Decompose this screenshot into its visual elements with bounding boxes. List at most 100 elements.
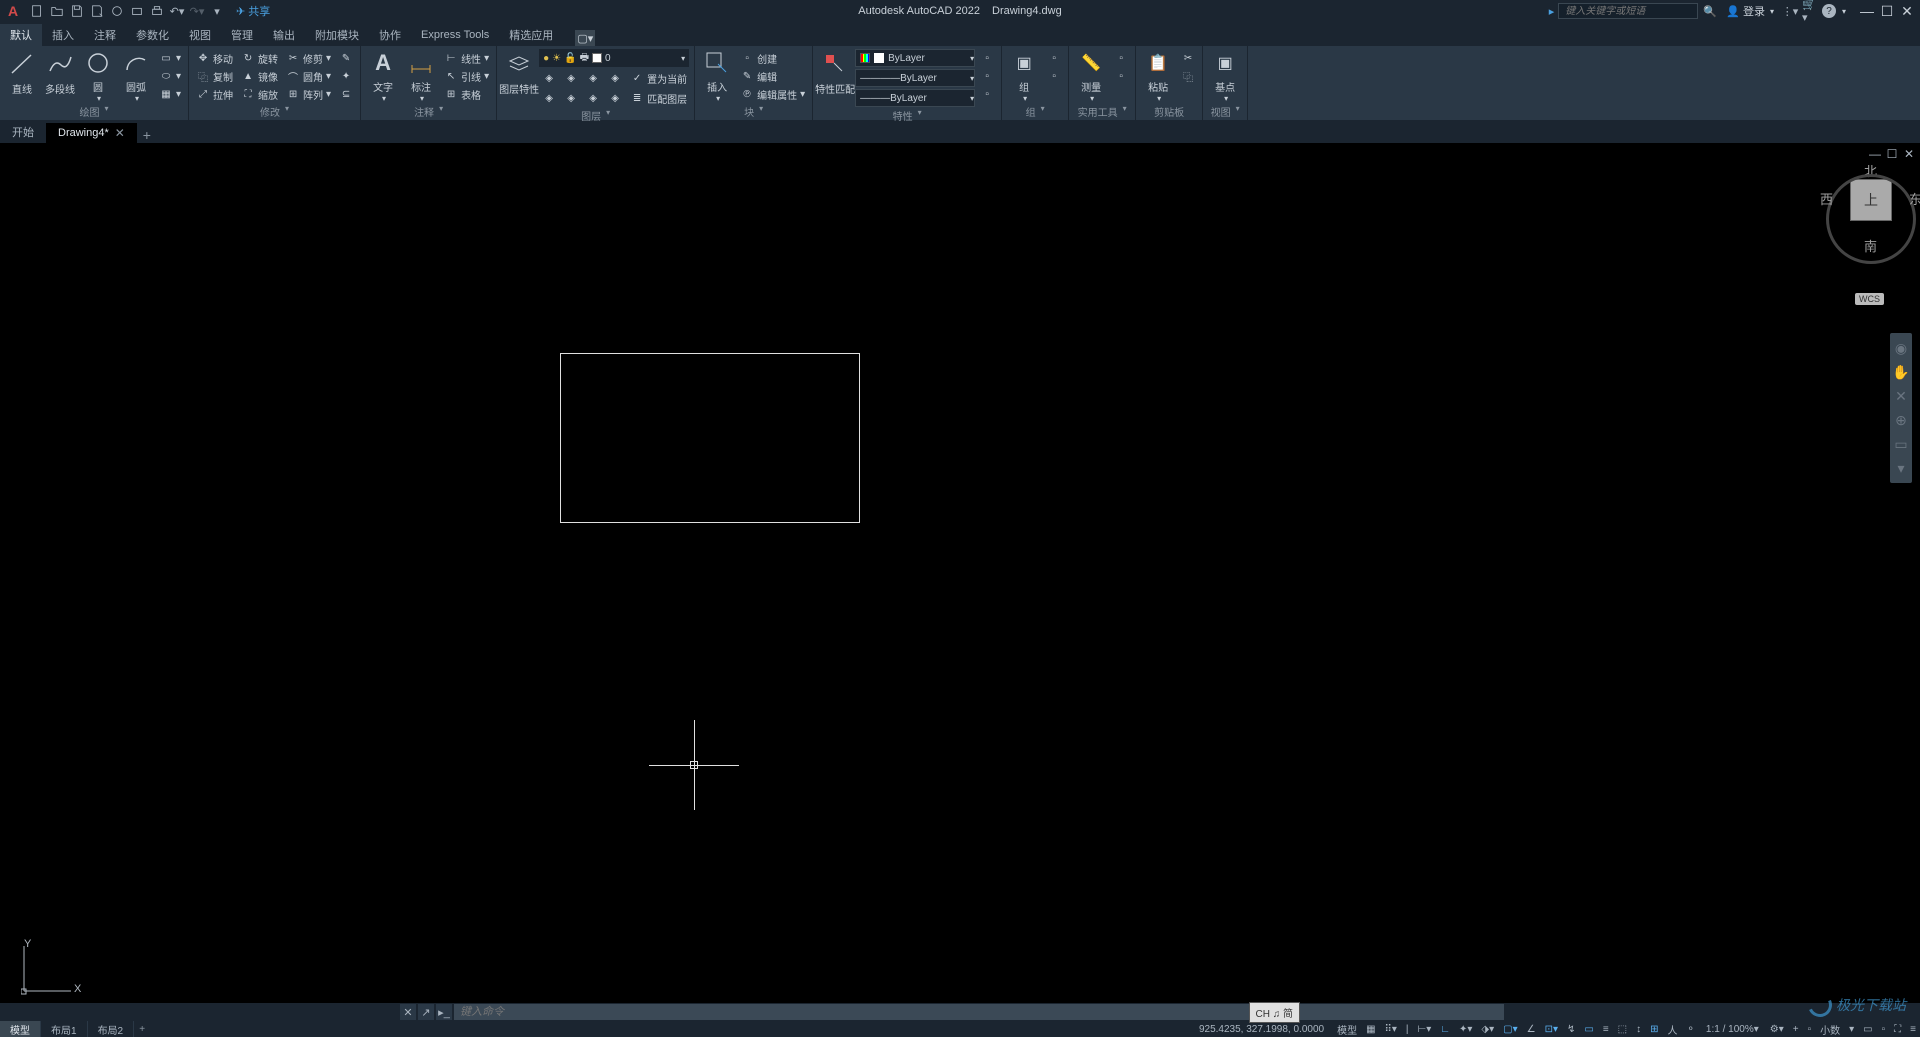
cmd-prompt-icon[interactable]: ▸_ [436, 1004, 452, 1020]
layout-tab-layout2[interactable]: 布局2 [88, 1021, 135, 1037]
group-tool-2[interactable]: ▫ [1044, 67, 1064, 85]
exchange-icon[interactable]: ⋮▾ [1782, 3, 1798, 19]
status-snap-icon[interactable]: ⠿▾ [1380, 1021, 1401, 1037]
status-annoscale-icon[interactable]: ⚬ [1682, 1021, 1699, 1037]
close-tab-icon[interactable]: ✕ [115, 126, 125, 140]
copy-clip-button[interactable]: ⿻ [1178, 67, 1198, 85]
status-custom-icon[interactable]: ≡ [1905, 1021, 1920, 1037]
util-tool-2[interactable]: ▫ [1111, 67, 1131, 85]
layer-tool-2[interactable]: ◈ [561, 69, 581, 87]
status-3dosnap-icon[interactable]: ∠ [1522, 1021, 1540, 1037]
array-button[interactable]: ⊞阵列▾ [283, 85, 334, 103]
help-icon[interactable]: ? [1822, 4, 1836, 18]
add-tab-button[interactable]: + [137, 127, 157, 143]
layer-tool-4[interactable]: ◈ [605, 69, 625, 87]
rectangle-button[interactable]: ▭▾ [156, 49, 184, 67]
leader-button[interactable]: ↖引线▾ [441, 67, 492, 85]
explode-button[interactable]: ✦ [336, 67, 356, 85]
print-icon[interactable] [148, 2, 166, 20]
offset-button[interactable]: ⊆ [336, 85, 356, 103]
layout-tab-layout1[interactable]: 布局1 [41, 1021, 88, 1037]
layer-tool-6[interactable]: ◈ [561, 89, 581, 107]
fillet-button[interactable]: ⌒圆角▾ [283, 67, 334, 85]
tab-parametric[interactable]: 参数化 [126, 24, 179, 46]
status-iso-icon[interactable]: ⬗▾ [1476, 1021, 1498, 1037]
color-combo[interactable]: ByLayer▾ [855, 49, 975, 67]
status-iso2-icon[interactable]: ▫ [1877, 1021, 1890, 1037]
status-decimal[interactable]: 小数 [1815, 1021, 1844, 1037]
status-units-icon[interactable]: ▫ [1803, 1021, 1816, 1037]
save-icon[interactable] [68, 2, 86, 20]
login-button[interactable]: 👤 登录 ▾ [1722, 3, 1778, 19]
status-lwt-icon[interactable]: ≡ [1598, 1021, 1613, 1037]
search-input[interactable] [1558, 3, 1698, 19]
layer-tool-7[interactable]: ◈ [583, 89, 603, 107]
tab-default[interactable]: 默认 [0, 24, 42, 46]
app-store-icon[interactable]: 🛒▾ [1802, 3, 1818, 19]
status-ducs-icon[interactable]: ↯ [1562, 1021, 1579, 1037]
cmd-close-icon[interactable]: ✕ [400, 1004, 416, 1020]
status-otrack-icon[interactable]: ⊡▾ [1540, 1021, 1562, 1037]
hatch-button[interactable]: ▦▾ [156, 85, 184, 103]
status-scale[interactable]: 1:1 / 100%▾ [1699, 1021, 1765, 1037]
tab-annotate[interactable]: 注释 [84, 24, 126, 46]
tab-express[interactable]: Express Tools [411, 24, 499, 46]
layout-tab-model[interactable]: 模型 [0, 1021, 41, 1037]
match-properties-button[interactable]: 特性匹配 [817, 49, 853, 103]
polyline-button[interactable]: 多段线 [42, 49, 78, 103]
nav-wheel-icon[interactable]: ◉ [1890, 336, 1912, 360]
viewcube-face[interactable]: 上 [1850, 179, 1892, 221]
status-grid-icon[interactable]: ▦ [1361, 1021, 1379, 1037]
nav-dropdown-icon[interactable]: ▾ [1890, 456, 1912, 480]
dimension-button[interactable]: 标注▾ [403, 49, 439, 103]
create-block-button[interactable]: ▫创建 [737, 49, 808, 67]
maximize-button[interactable]: ☐ [1880, 4, 1894, 18]
search-icon[interactable]: 🔍 [1702, 3, 1718, 19]
erase-button[interactable]: ✎ [336, 49, 356, 67]
tab-addins[interactable]: 附加模块 [305, 24, 369, 46]
app-logo[interactable]: A [4, 2, 22, 20]
inner-minimize-button[interactable]: — [1868, 147, 1882, 161]
open-icon[interactable] [48, 2, 66, 20]
status-infer-icon[interactable]: ⊢▾ [1412, 1021, 1435, 1037]
lineweight-combo[interactable]: ———— ByLayer▾ [855, 69, 975, 87]
line-button[interactable]: 直线 [4, 49, 40, 103]
status-ws-icon[interactable]: ⚙▾ [1765, 1021, 1788, 1037]
undo-icon[interactable]: ↶▾ [168, 2, 186, 20]
viewcube[interactable]: 北 上 西 东 南 [1850, 163, 1892, 237]
scale-button[interactable]: ⛶缩放 [238, 85, 281, 103]
tab-featured[interactable]: 精选应用 [499, 24, 563, 46]
prop-tool-1[interactable]: ▫ [977, 49, 997, 67]
tab-insert[interactable]: 插入 [42, 24, 84, 46]
nav-showmotion-icon[interactable]: ▭ [1890, 432, 1912, 456]
layer-tool-3[interactable]: ◈ [583, 69, 603, 87]
rotate-button[interactable]: ↻旋转 [238, 49, 281, 67]
status-model[interactable]: 模型 [1332, 1021, 1361, 1037]
saveas-icon[interactable] [88, 2, 106, 20]
inner-maximize-button[interactable]: ☐ [1885, 147, 1899, 161]
status-annomon-icon[interactable]: + [1788, 1021, 1803, 1037]
mirror-button[interactable]: ▲镜像 [238, 67, 281, 85]
status-dyn-icon[interactable]: ▭ [1579, 1021, 1597, 1037]
stretch-button[interactable]: ⤢拉伸 [193, 85, 236, 103]
linear-button[interactable]: ⊢线性▾ [441, 49, 492, 67]
status-sc-icon[interactable]: ⊞ [1645, 1021, 1662, 1037]
plot-icon[interactable] [128, 2, 146, 20]
text-button[interactable]: A文字▾ [365, 49, 401, 103]
layer-tool-8[interactable]: ◈ [605, 89, 625, 107]
ellipse-button[interactable]: ⬭▾ [156, 67, 184, 85]
circle-button[interactable]: 圆▾ [80, 49, 116, 103]
measure-button[interactable]: 📏测量▾ [1073, 49, 1109, 103]
table-button[interactable]: ⊞表格 [441, 85, 492, 103]
group-button[interactable]: ▣组▾ [1006, 49, 1042, 103]
tab-view[interactable]: 视图 [179, 24, 221, 46]
tab-collaborate[interactable]: 协作 [369, 24, 411, 46]
arc-button[interactable]: 圆弧▾ [118, 49, 154, 103]
linetype-combo[interactable]: ——— ByLayer▾ [855, 89, 975, 107]
status-hw-icon[interactable]: ▭ [1858, 1021, 1876, 1037]
status-anno-icon[interactable]: 人 [1663, 1021, 1682, 1037]
minimize-button[interactable]: — [1860, 4, 1874, 18]
status-tpy-icon[interactable]: ⬚ [1613, 1021, 1631, 1037]
nav-pan-icon[interactable]: ✋ [1890, 360, 1912, 384]
copy-button[interactable]: ⿻复制 [193, 67, 236, 85]
